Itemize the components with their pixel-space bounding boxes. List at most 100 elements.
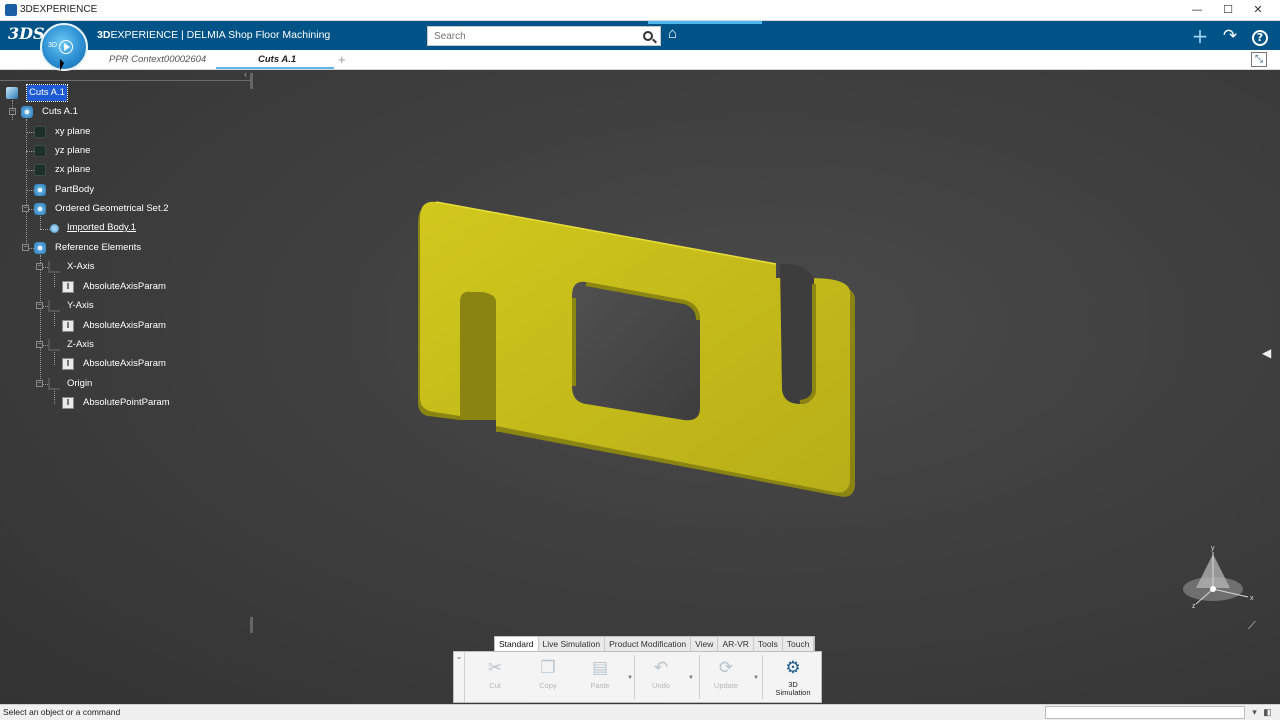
tag-icon[interactable]: ⌂ [668,26,682,41]
action-bar: ⌄ ✂ Cut ❐ Copy ▤ Paste ▼ ↶ Undo ▼ ⟳ Upda… [453,651,822,703]
paste-label: Paste [590,681,610,690]
collapse-z-axis-icon[interactable]: − [36,341,43,348]
search-input[interactable] [428,27,633,45]
actionbar-tabs: Standard Live Simulation Product Modific… [494,636,816,651]
3d-part-model[interactable] [400,190,870,510]
search-box[interactable] [427,26,661,46]
collapse-reference-icon[interactable]: − [22,244,29,251]
tree-label[interactable]: Imported Body.1 [67,220,136,236]
add-icon[interactable]: + [1190,26,1210,46]
parameter-icon: I [62,358,74,370]
actionbar-tab-touch[interactable]: Touch [783,637,815,651]
axis-orientation-widget[interactable]: y x z [1180,542,1260,612]
compass-3d-label: 3D [48,42,57,49]
maximize-button[interactable]: ☐ [1214,2,1242,18]
ds-logo-icon[interactable]: 3DS [8,24,45,46]
active-tab-indicator [216,67,334,69]
help-icon[interactable]: ? [1250,26,1270,46]
part-right-slot [780,264,814,404]
actionbar-tab-product-modification[interactable]: Product Modification [605,637,692,651]
header-progress-indicator [648,21,762,24]
app-title-brand: 3D [97,29,111,41]
plane-icon [34,145,46,157]
share-icon[interactable]: ↷ [1220,26,1240,46]
parameter-icon: I [62,281,74,293]
tree-label[interactable]: Origin [67,376,92,392]
command-input[interactable] [1045,706,1245,719]
update-label: Update [713,681,739,690]
collapse-tree-icon[interactable]: ‹ [244,69,247,79]
expand-right-panel-icon[interactable]: ◀ [1262,346,1271,360]
collapse-y-axis-icon[interactable]: − [36,302,43,309]
scale-tool-icon[interactable]: ⟋ [1248,620,1256,633]
actionbar-tab-view[interactable]: View [691,637,719,651]
tree-root-label[interactable]: Cuts A.1 [26,84,68,102]
tab-ppr-context[interactable]: PPR Context00002604 [109,54,206,65]
tree-label[interactable]: AbsoluteAxisParam [83,356,166,372]
plane-icon [34,164,46,176]
filter-icon[interactable]: ▾ [1249,707,1260,718]
update-dropdown-icon[interactable]: ▼ [753,675,759,681]
tree-splitter-bottom[interactable] [250,617,253,633]
tree-label[interactable]: Reference Elements [55,240,141,256]
actionbar-tab-standard[interactable]: Standard [495,637,539,651]
clipboard-icon: ▤ [591,658,609,678]
axis-x-label: x [1250,595,1254,602]
collapse-set-icon[interactable]: − [22,205,29,212]
power-input-icon[interactable]: ◧ [1262,707,1273,718]
play-icon[interactable] [59,40,73,54]
add-tab-button[interactable]: + [338,52,346,67]
3d-simulation-button[interactable]: ⚙ 3D Simulation [768,655,818,701]
tree-label[interactable]: AbsolutePointParam [83,395,170,411]
imported-body-icon [50,224,59,233]
tree-label[interactable]: Y-Axis [67,298,94,314]
tree-label[interactable]: zx plane [55,162,90,178]
cut-button[interactable]: ✂ Cut [470,655,520,701]
undo-label: Undo [652,681,670,690]
mouse-cursor-icon [60,59,64,71]
tree-label[interactable]: yz plane [55,143,90,159]
tree-label[interactable]: AbsoluteAxisParam [83,318,166,334]
compass-widget[interactable]: 3D [40,23,88,71]
status-bar: Select an object or a command ▾ ◧ [0,704,1280,720]
search-icon[interactable] [643,31,653,41]
cut-label: Cut [489,681,501,690]
tree-splitter-top[interactable] [250,73,253,89]
tree-part-label[interactable]: Cuts A.1 [42,104,78,120]
tree-label[interactable]: X-Axis [67,259,94,275]
tree-label[interactable]: PartBody [55,182,94,198]
geometrical-set-icon [34,203,46,215]
copy-button[interactable]: ❐ Copy [523,655,573,701]
copy-label: Copy [539,681,557,690]
collapse-x-axis-icon[interactable]: − [36,263,43,270]
paste-button[interactable]: ▤ Paste ▼ [575,655,633,701]
tab-cuts-a1[interactable]: Cuts A.1 [258,54,296,65]
origin-icon [48,378,60,390]
window-titlebar: 3DEXPERIENCE — ☐ ✕ [0,0,1280,21]
actionbar-tab-live-simulation[interactable]: Live Simulation [539,637,606,651]
undo-button[interactable]: ↶ Undo ▼ [636,655,694,701]
product-icon [6,87,18,99]
tree-label[interactable]: Ordered Geometrical Set.2 [55,201,169,217]
axis-z-label: z [1192,603,1196,610]
axis-y-label: y [1211,545,1215,552]
actionbar-tab-ar-vr[interactable]: AR-VR [718,637,754,651]
actionbar-collapse-icon[interactable]: ⌄ [454,652,465,702]
tree-collapse-bar[interactable]: ‹ [0,69,250,81]
update-button[interactable]: ⟳ Update ▼ [701,655,759,701]
close-button[interactable]: ✕ [1244,2,1272,18]
collapse-origin-icon[interactable]: − [36,380,43,387]
undo-dropdown-icon[interactable]: ▼ [688,675,694,681]
plane-icon [34,126,46,138]
restore-view-icon[interactable]: ⤡ [1251,52,1267,67]
collapse-part-icon[interactable]: − [9,108,16,115]
paste-dropdown-icon[interactable]: ▼ [627,675,633,681]
tree-label[interactable]: xy plane [55,124,90,140]
part-icon [21,106,33,118]
actionbar-tab-tools[interactable]: Tools [754,637,783,651]
tree-label[interactable]: Z-Axis [67,337,94,353]
simulation-icon: ⚙ [785,658,801,678]
reference-elements-icon [34,242,46,254]
minimize-button[interactable]: — [1183,2,1211,18]
tree-label[interactable]: AbsoluteAxisParam [83,279,166,295]
